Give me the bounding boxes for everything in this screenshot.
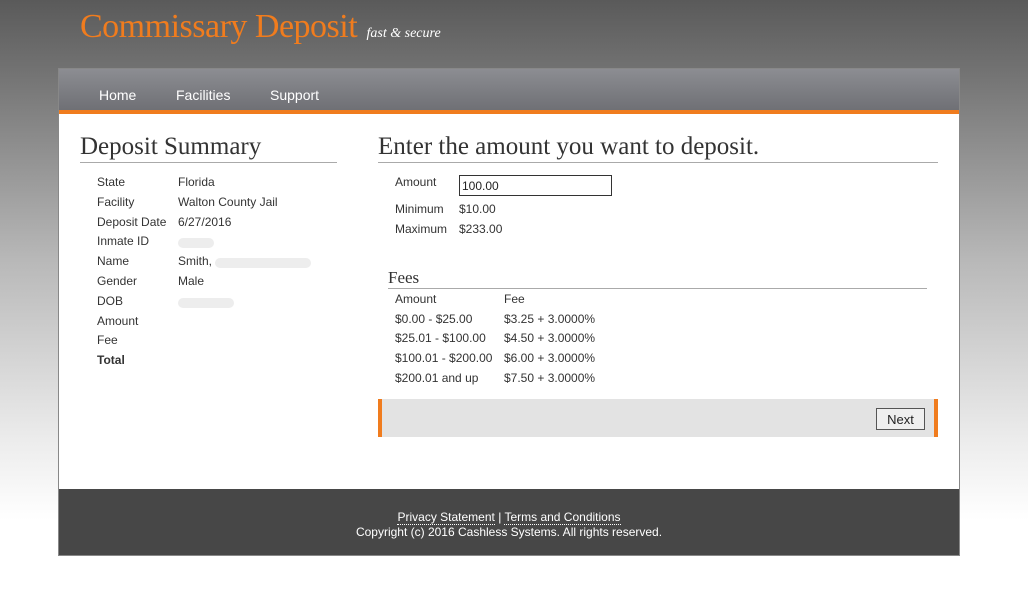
nav-facilities[interactable]: Facilities (176, 87, 230, 103)
form-action-bar: Next (378, 399, 938, 437)
fee-row: $100.01 - $200.00 $6.00 + 3.0000% (395, 351, 795, 371)
fee-range: $25.01 - $100.00 (395, 331, 486, 345)
summary-value: Smith, (178, 254, 213, 269)
summary-value: Walton County Jail (178, 194, 278, 209)
logo-tagline: fast & secure (366, 26, 441, 41)
fee-range: $200.01 and up (395, 371, 479, 385)
summary-value: Florida (178, 175, 215, 189)
summary-label: Total (97, 353, 125, 368)
fee-value: $4.50 + 3.0000% (504, 331, 596, 345)
deposit-summary-title: Deposit Summary (80, 131, 337, 163)
site-footer: Privacy Statement | Terms and Conditions… (59, 489, 959, 555)
summary-label: Amount (97, 313, 139, 328)
fees-header-fee: Fee (504, 292, 525, 306)
fee-range: $0.00 - $25.00 (395, 312, 473, 326)
nav-support[interactable]: Support (270, 87, 319, 103)
redacted-value (178, 297, 234, 308)
fee-row: $25.01 - $100.00 $4.50 + 3.0000% (395, 331, 795, 351)
fee-value: $3.25 + 3.0000% (504, 312, 596, 326)
summary-label: Name (97, 254, 130, 269)
main-frame: Home Facilities Support Deposit Summary … (59, 69, 959, 555)
amount-input[interactable] (459, 175, 612, 196)
fees-header-amount: Amount (395, 292, 437, 306)
footer-links: Privacy Statement | Terms and Conditions (59, 510, 959, 525)
summary-label: Deposit Date (97, 214, 167, 229)
fees-title: Fees (388, 268, 927, 289)
fee-value: $6.00 + 3.0000% (504, 351, 596, 365)
summary-label: Gender (97, 273, 138, 288)
summary-label: Fee (97, 333, 118, 348)
fee-range: $100.01 - $200.00 (395, 351, 493, 365)
redacted-value (178, 238, 214, 249)
top-nav: Home Facilities Support (59, 69, 959, 114)
next-button[interactable]: Next (876, 408, 925, 430)
maximum-value: $233.00 (459, 222, 503, 236)
maximum-label: Maximum (395, 222, 448, 236)
summary-value: 6/27/2016 (178, 214, 232, 229)
nav-home[interactable]: Home (99, 87, 136, 103)
fee-value: $7.50 + 3.0000% (504, 371, 596, 385)
logo-title: Commissary Deposit (80, 8, 358, 45)
privacy-statement-link[interactable]: Privacy Statement (397, 510, 495, 525)
minimum-label: Minimum (395, 202, 444, 216)
summary-label: Inmate ID (97, 234, 150, 249)
summary-value: Male (178, 273, 205, 288)
redacted-value (215, 258, 311, 269)
footer-separator: | (498, 510, 502, 524)
copyright-text: Copyright (c) 2016 Cashless Systems. All… (355, 525, 663, 539)
summary-label: Facility (97, 194, 135, 209)
summary-label: State (97, 175, 126, 189)
site-logo: Commissary Deposit fast & secure (80, 8, 441, 46)
minimum-value: $10.00 (459, 202, 496, 216)
deposit-form-title: Enter the amount you want to deposit. (378, 131, 938, 163)
terms-conditions-link[interactable]: Terms and Conditions (504, 510, 621, 525)
summary-label: DOB (97, 293, 124, 308)
fee-row: $0.00 - $25.00 $3.25 + 3.0000% (395, 312, 795, 332)
fee-row: $200.01 and up $7.50 + 3.0000% (395, 371, 795, 391)
amount-label: Amount (395, 175, 437, 189)
